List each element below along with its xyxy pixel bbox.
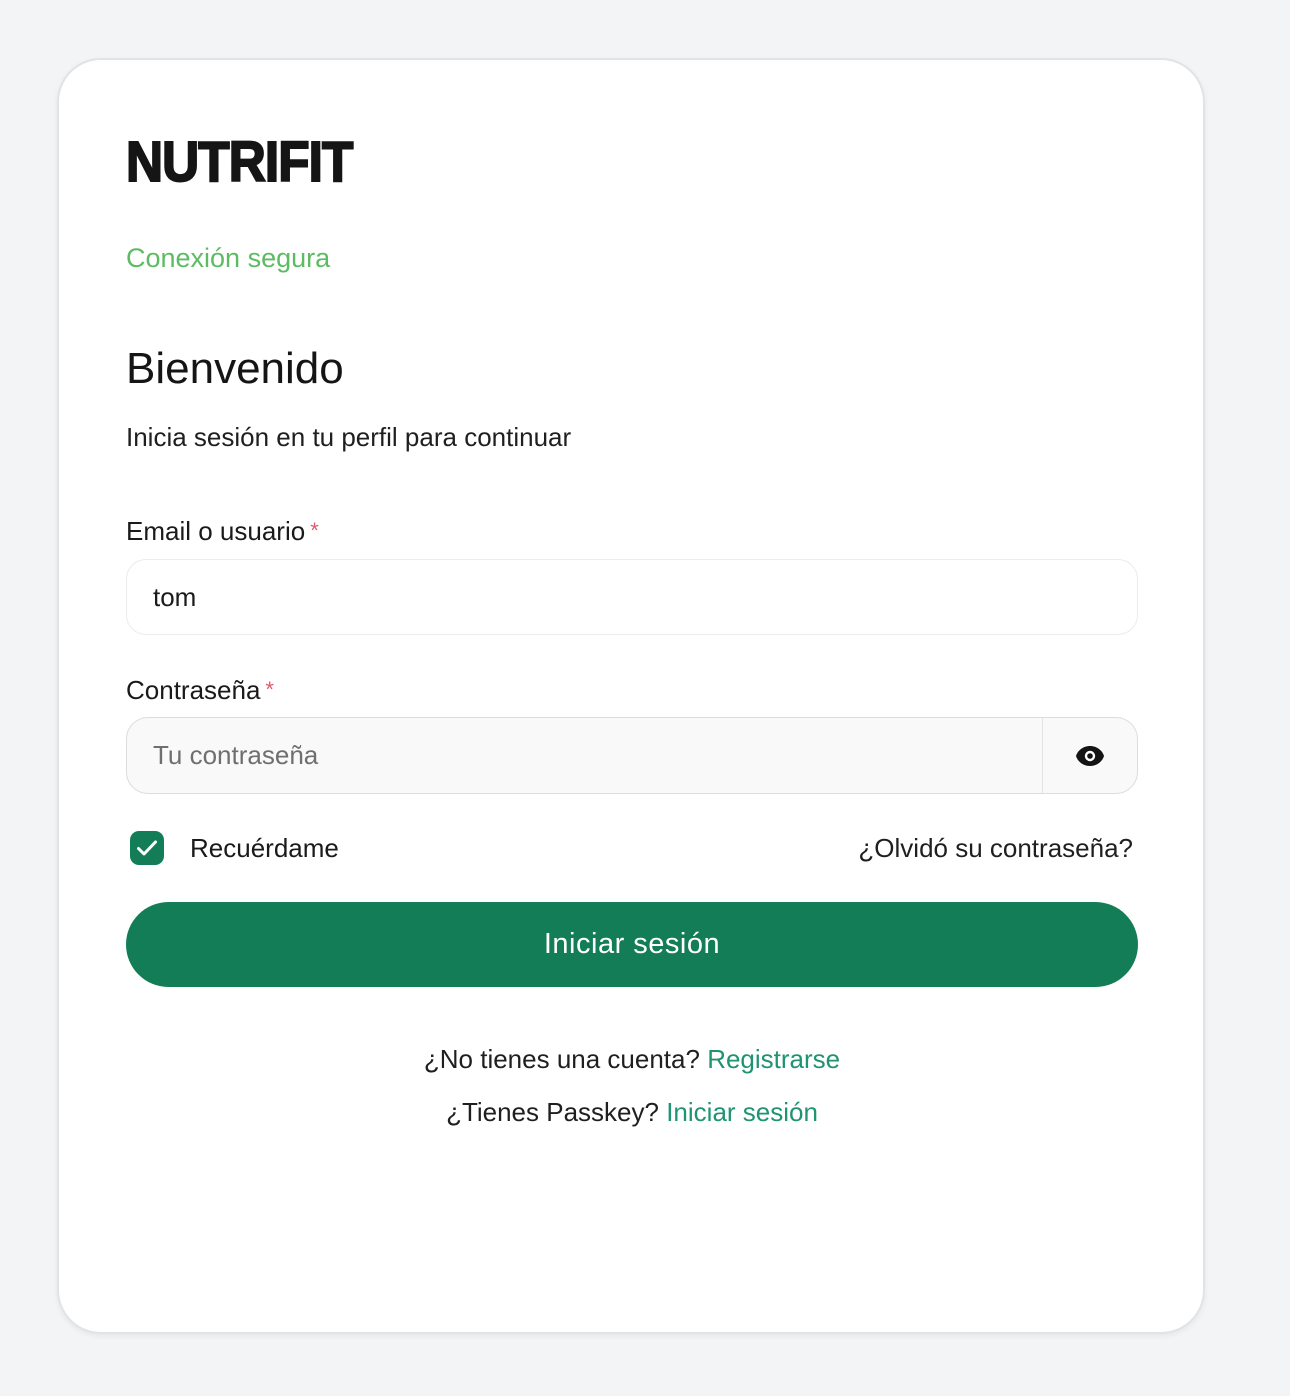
remember-me-checkbox[interactable]: [130, 831, 164, 865]
register-prompt: ¿No tienes una cuenta? Registrarse: [126, 1042, 1138, 1076]
brand-logo: NUTRIFIT: [125, 130, 354, 194]
forgot-password-link[interactable]: ¿Olvidó su contraseña?: [858, 831, 1133, 865]
page-title: Bienvenido: [126, 344, 344, 393]
password-label: Contraseña *: [126, 673, 274, 707]
toggle-password-visibility-button[interactable]: [1042, 718, 1137, 793]
register-link[interactable]: Registrarse: [707, 1044, 840, 1074]
password-field-wrapper: [126, 717, 1138, 794]
email-label-text: Email o usuario: [126, 516, 306, 546]
page-subtitle: Inicia sesión en tu perfil para continua…: [126, 422, 572, 452]
checkmark-icon: [137, 840, 157, 856]
passkey-prompt: ¿Tienes Passkey? Iniciar sesión: [126, 1095, 1138, 1129]
sign-in-button[interactable]: Iniciar sesión: [126, 902, 1138, 987]
remember-me-label: Recuérdame: [190, 833, 339, 863]
required-marker: *: [265, 677, 274, 702]
no-account-text: ¿No tienes una cuenta?: [423, 1044, 700, 1074]
remember-me: Recuérdame: [130, 831, 339, 865]
required-marker: *: [310, 518, 319, 543]
passkey-text: ¿Tienes Passkey?: [446, 1097, 659, 1127]
password-field[interactable]: [127, 718, 1043, 793]
password-label-text: Contraseña: [126, 675, 261, 705]
secure-connection-text: Conexión segura: [126, 243, 331, 273]
eye-icon: [1076, 745, 1104, 766]
email-label: Email o usuario *: [126, 514, 319, 548]
passkey-sign-in-link[interactable]: Iniciar sesión: [666, 1097, 818, 1127]
email-field[interactable]: [126, 559, 1138, 635]
